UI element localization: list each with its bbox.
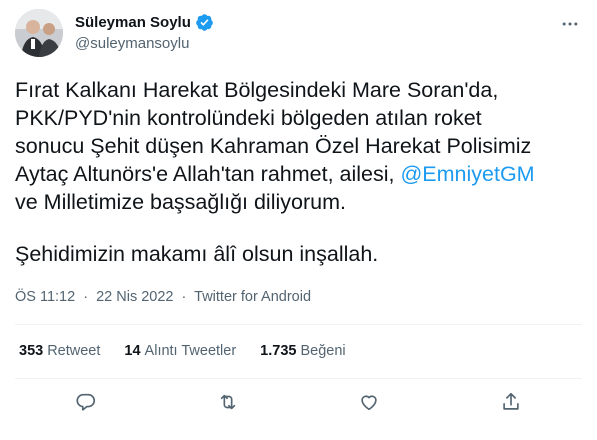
likes-label: Beğeni: [300, 343, 346, 359]
tweet-text: Fırat Kalkanı Harekat Bölgesindeki Mare …: [15, 76, 585, 268]
display-name[interactable]: Süleyman Soylu: [75, 14, 191, 31]
handle[interactable]: @suleymansoylu: [75, 35, 189, 52]
tweet-date[interactable]: 22 Nis 2022: [96, 289, 173, 305]
tweet-text-line: ve Milletimize başsağlığı diliyorum.: [15, 190, 346, 214]
reply-button[interactable]: [68, 384, 104, 420]
tweet-actions: [15, 384, 582, 420]
meta-separator: ·: [181, 289, 187, 305]
avatar-photo: [15, 9, 63, 57]
heart-icon: [361, 395, 378, 411]
tweet-text-line: PKK/PYD'nin kontrolündeki bölgeden atıla…: [15, 106, 482, 130]
tweet-text-line: Aytaç Altunörs'e Allah'tan rahmet, ailes…: [15, 160, 585, 188]
mention-link[interactable]: @EmniyetGM: [400, 162, 534, 186]
retweet-icon: [220, 394, 235, 410]
tweet-text-line: sonucu Şehit düşen Kahraman Özel Harekat…: [15, 134, 532, 158]
tweet-meta: ÖS 11:12 · 22 Nis 2022 · Twitter for And…: [15, 289, 311, 305]
quotes-label: Alıntı Tweetler: [144, 343, 237, 359]
meta-separator: ·: [83, 289, 89, 305]
avatar[interactable]: [15, 9, 63, 57]
reply-icon: [76, 393, 95, 411]
retweets-label: Retweet: [47, 343, 101, 359]
retweet-button[interactable]: [210, 384, 246, 420]
like-button[interactable]: [351, 384, 387, 420]
retweets-stat[interactable]: 353 Retweet: [19, 343, 100, 359]
retweets-count: 353: [19, 343, 44, 359]
likes-stat[interactable]: 1.735 Beğeni: [260, 343, 345, 359]
verified-badge-icon: [195, 13, 214, 32]
tweet-stats: 353 Retweet 14 Alıntı Tweetler 1.735 Beğeni: [19, 343, 370, 359]
quotes-count: 14: [124, 343, 141, 359]
share-icon: [503, 392, 519, 410]
likes-count: 1.735: [260, 343, 297, 359]
tweet-text-fragment: Aytaç Altunörs'e Allah'tan rahmet, ailes…: [15, 162, 401, 186]
tweet-time[interactable]: ÖS 11:12: [15, 289, 75, 305]
divider: [15, 324, 582, 325]
tweet-card: Süleyman Soylu @suleymansoylu Fırat Kalk…: [0, 0, 597, 440]
tweet-source[interactable]: Twitter for Android: [194, 289, 311, 305]
quotes-stat[interactable]: 14 Alıntı Tweetler: [124, 343, 236, 359]
tweet-text-line: Şehidimizin makamı âlî olsun inşallah.: [15, 242, 379, 266]
more-dots-icon[interactable]: [557, 14, 583, 34]
tweet-text-line: Fırat Kalkanı Harekat Bölgesindeki Mare …: [15, 78, 499, 102]
divider: [15, 378, 582, 379]
share-button[interactable]: [493, 384, 529, 420]
